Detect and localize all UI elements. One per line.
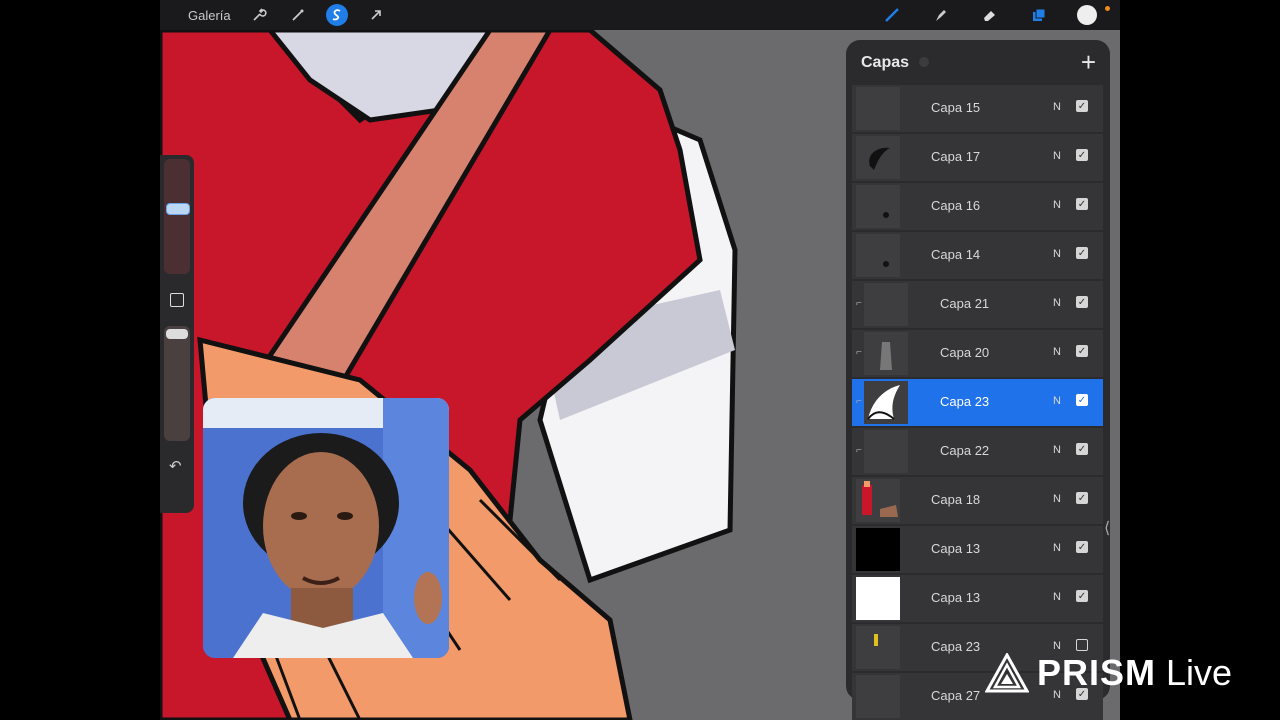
layer-row[interactable]: Capa 18 N ✓ xyxy=(852,477,1103,524)
notification-dot xyxy=(1105,5,1110,11)
smudge-icon[interactable] xyxy=(930,4,952,26)
layer-visibility-checkbox[interactable]: ✓ xyxy=(1076,198,1088,210)
layer-thumbnail[interactable] xyxy=(856,626,900,669)
layer-thumbnail[interactable] xyxy=(864,381,908,424)
layer-visibility-checkbox[interactable]: ✓ xyxy=(1076,296,1088,308)
layer-name: Capa 13 xyxy=(931,590,981,605)
brush-icon[interactable] xyxy=(881,4,903,26)
layer-row[interactable]: Capa 14 N ✓ xyxy=(852,232,1103,279)
layer-thumbnail[interactable] xyxy=(856,87,900,130)
layer-name: Capa 14 xyxy=(931,247,981,262)
blend-mode-button[interactable]: N xyxy=(1053,248,1061,260)
opacity-slider[interactable] xyxy=(164,326,190,441)
color-picker[interactable] xyxy=(1077,5,1097,25)
layer-row[interactable]: ⌐ Capa 21 N ✓ xyxy=(852,281,1103,328)
layers-icon[interactable] xyxy=(1028,4,1050,26)
gallery-button[interactable]: Galería xyxy=(188,8,231,23)
blend-mode-button[interactable]: N xyxy=(1053,150,1061,162)
layer-visibility-checkbox[interactable]: ✓ xyxy=(1076,541,1088,553)
layer-row[interactable]: Capa 13 N ✓ xyxy=(852,575,1103,622)
layer-visibility-checkbox[interactable]: ✓ xyxy=(1076,590,1088,602)
undo-icon[interactable]: ↶ xyxy=(169,457,182,475)
watermark-suffix: Live xyxy=(1166,652,1233,693)
clipping-mask-icon: ⌐ xyxy=(856,298,862,309)
layer-name: Capa 13 xyxy=(931,541,981,556)
layer-thumbnail[interactable] xyxy=(864,283,908,326)
modify-button[interactable] xyxy=(170,293,184,307)
layer-name: Capa 18 xyxy=(931,492,981,507)
eraser-icon[interactable] xyxy=(979,4,1001,26)
layer-name: Capa 23 xyxy=(940,394,990,409)
blend-mode-button[interactable]: N xyxy=(1053,101,1061,113)
left-sidebar: ↶ xyxy=(160,155,194,513)
brush-size-knob[interactable] xyxy=(166,203,190,215)
blend-mode-button[interactable]: N xyxy=(1053,591,1061,603)
layer-name: Capa 20 xyxy=(940,345,990,360)
blend-mode-button[interactable]: N xyxy=(1053,297,1061,309)
layer-row[interactable]: ⌐ Capa 23 N ✓ xyxy=(852,379,1103,426)
layer-row[interactable]: Capa 17 N ✓ xyxy=(852,134,1103,181)
layer-row[interactable]: Capa 13 N ✓ xyxy=(852,526,1103,573)
layer-thumbnail[interactable] xyxy=(856,136,900,179)
layer-name: Capa 21 xyxy=(940,296,990,311)
layer-name: Capa 16 xyxy=(931,198,981,213)
layer-thumbnail[interactable] xyxy=(856,234,900,277)
opacity-knob[interactable] xyxy=(166,329,188,339)
layer-thumbnail[interactable] xyxy=(856,675,900,718)
brush-size-slider[interactable] xyxy=(164,159,190,274)
layer-thumbnail[interactable] xyxy=(864,332,908,375)
top-toolbar: Galería xyxy=(160,0,1120,30)
layer-visibility-checkbox[interactable]: ✓ xyxy=(1076,247,1088,259)
webcam-overlay xyxy=(203,398,449,658)
blend-mode-button[interactable]: N xyxy=(1053,444,1061,456)
layers-panel-title: Capas xyxy=(861,54,910,71)
selection-icon[interactable] xyxy=(325,4,348,26)
magic-wand-icon[interactable] xyxy=(287,4,309,26)
layer-name: Capa 23 xyxy=(931,639,981,654)
layer-thumbnail[interactable] xyxy=(856,185,900,228)
layer-visibility-checkbox[interactable]: ✓ xyxy=(1076,492,1088,504)
prism-logo-icon xyxy=(985,653,1029,693)
add-layer-button[interactable]: + xyxy=(1081,48,1096,76)
layer-name: Capa 15 xyxy=(931,100,981,115)
layer-name: Capa 22 xyxy=(940,443,990,458)
clipping-mask-icon: ⌐ xyxy=(856,347,862,358)
layer-thumbnail[interactable] xyxy=(856,528,900,571)
clipping-mask-icon: ⌐ xyxy=(856,396,862,407)
watermark-brand: PRISM xyxy=(1037,652,1157,693)
layer-row[interactable]: ⌐ Capa 22 N ✓ xyxy=(852,428,1103,475)
wrench-icon[interactable] xyxy=(248,4,270,26)
blend-mode-button[interactable]: N xyxy=(1053,199,1061,211)
blend-mode-button[interactable]: N xyxy=(1053,640,1061,652)
layer-visibility-checkbox[interactable]: ✓ xyxy=(1076,345,1088,357)
layer-name: Capa 17 xyxy=(931,149,981,164)
blend-mode-button[interactable]: N xyxy=(1053,346,1061,358)
layers-menu-dot xyxy=(919,57,929,67)
layer-thumbnail[interactable] xyxy=(864,430,908,473)
transform-arrow-icon[interactable] xyxy=(365,4,387,26)
prism-live-watermark: PRISM Live xyxy=(985,652,1232,694)
blend-mode-button[interactable]: N xyxy=(1053,395,1061,407)
layers-panel: Capas + Capa 15 N ✓ Capa 17 N ✓ Capa 16 N ✓ Capa … xyxy=(846,40,1110,720)
layer-visibility-checkbox[interactable]: ✓ xyxy=(1076,443,1088,455)
layer-visibility-checkbox[interactable]: ✓ xyxy=(1076,100,1088,112)
layer-thumbnail[interactable] xyxy=(856,479,900,522)
clipping-mask-icon: ⌐ xyxy=(856,445,862,456)
layer-thumbnail[interactable] xyxy=(856,577,900,620)
layer-visibility-checkbox[interactable] xyxy=(1076,639,1088,651)
layer-name: Capa 27 xyxy=(931,688,981,703)
blend-mode-button[interactable]: N xyxy=(1053,542,1061,554)
layer-row[interactable]: Capa 16 N ✓ xyxy=(852,183,1103,230)
layer-visibility-checkbox[interactable]: ✓ xyxy=(1076,394,1088,406)
layer-row[interactable]: ⌐ Capa 20 N ✓ xyxy=(852,330,1103,377)
layer-visibility-checkbox[interactable]: ✓ xyxy=(1076,149,1088,161)
panel-handle-icon[interactable]: ⟨ xyxy=(1104,518,1110,538)
blend-mode-button[interactable]: N xyxy=(1053,493,1061,505)
layer-row[interactable]: Capa 15 N ✓ xyxy=(852,85,1103,132)
